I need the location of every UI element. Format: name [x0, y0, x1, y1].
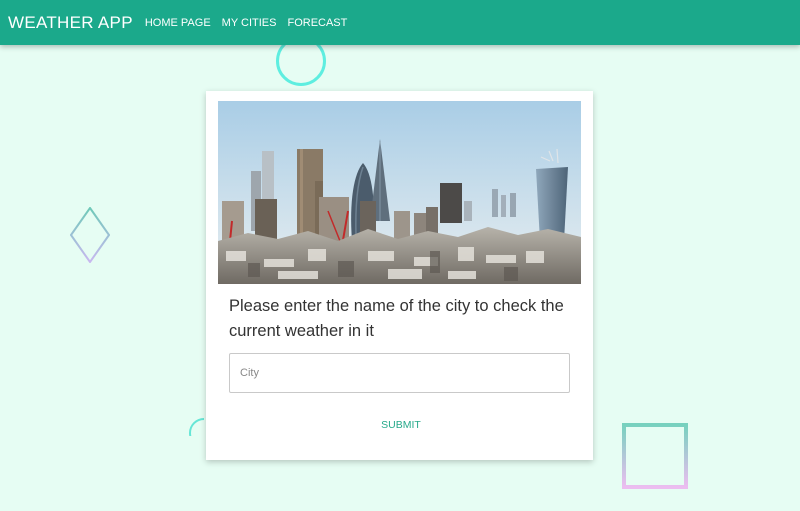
city-input[interactable] — [229, 353, 570, 393]
city-search-card: Please enter the name of the city to che… — [206, 91, 593, 460]
nav-link-my-cities[interactable]: MY CITIES — [222, 17, 277, 29]
top-navbar: WEATHER APP HOME PAGE MY CITIES FORECAST — [0, 0, 800, 45]
city-prompt-text: Please enter the name of the city to che… — [229, 297, 564, 340]
nav-link-home-page[interactable]: HOME PAGE — [145, 17, 211, 29]
square-decoration — [622, 423, 688, 489]
brand-logo-link[interactable]: WEATHER APP — [8, 13, 133, 33]
nav-link-forecast[interactable]: FORECAST — [287, 17, 347, 29]
city-skyline-image — [218, 101, 581, 284]
skyline-illustration — [218, 101, 581, 284]
submit-button[interactable]: SUBMIT — [356, 411, 446, 439]
diamond-decoration — [70, 207, 110, 263]
